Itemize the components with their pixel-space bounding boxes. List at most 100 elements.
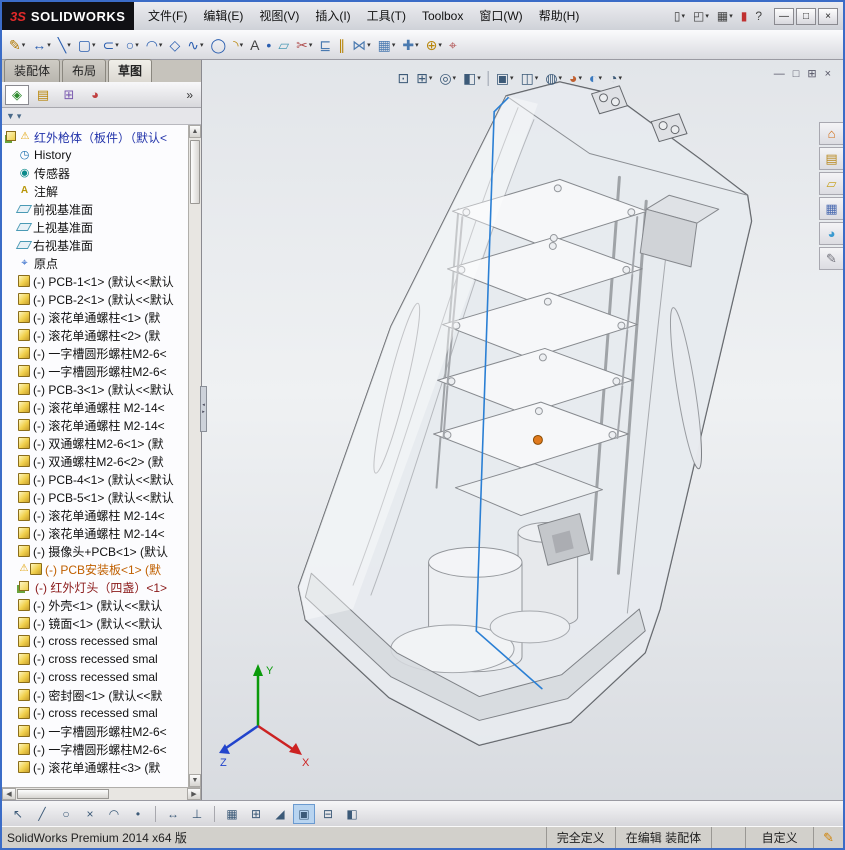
wireframe-button[interactable]: ⊞	[245, 804, 267, 824]
new-document-button[interactable]: ▯ ▾	[671, 6, 688, 26]
sketch-caret-icon[interactable]: ▾	[22, 41, 26, 49]
view-settings-caret-icon[interactable]: ▾	[618, 74, 622, 82]
menu-toolbox[interactable]: Toolbox	[414, 3, 471, 29]
tab-sketch[interactable]: 草图	[108, 59, 153, 82]
repair-sketch-button[interactable]: ⌖	[446, 33, 460, 57]
save-document-button[interactable]: ▦ ▾	[714, 6, 736, 26]
featuremanager-tab[interactable]: ◈	[5, 84, 29, 105]
view-orientation-button[interactable]: ▣ ▾	[494, 68, 516, 88]
tree-item-33[interactable]: (-) 一字槽圆形螺柱M2-6<	[5, 740, 188, 758]
close-button[interactable]: ×	[818, 7, 838, 25]
display-delete-relations-button[interactable]: ⊕ ▾	[423, 33, 445, 57]
tree-item-20[interactable]: (-) 滚花单通螺柱 M2-14<	[5, 506, 188, 524]
tree-item-30[interactable]: (-) 密封圈<1> (默认<<默	[5, 686, 188, 704]
section-view-button[interactable]: ◧ ▾	[461, 68, 483, 88]
doc-minimize-button[interactable]: —	[774, 69, 785, 80]
circle-button[interactable]: ○ ▾	[123, 33, 142, 57]
filter-caret-icon[interactable]: ▾	[17, 111, 22, 122]
display-style-button[interactable]: ◫ ▾	[519, 68, 541, 88]
shaded-with-edges-button[interactable]: ▣	[293, 803, 315, 824]
menu-tools[interactable]: 工具(T)	[359, 3, 414, 29]
tree-item-34[interactable]: (-) 滚花单通螺柱<3> (默	[5, 758, 188, 776]
design-library-tab[interactable]: ▤	[819, 147, 843, 170]
mirror-entities-button[interactable]: ⋈ ▾	[349, 33, 374, 57]
menu-edit[interactable]: 编辑(E)	[195, 3, 251, 29]
sketch-fillet-caret-icon[interactable]: ▾	[240, 41, 244, 49]
display-style-caret-icon[interactable]: ▾	[535, 74, 539, 82]
tree-item-26[interactable]: (-) 镜面<1> (默认<<默认	[5, 614, 188, 632]
displaymanager-tab[interactable]: ◕	[83, 85, 107, 105]
tree-item-14[interactable]: (-) 滚花单通螺柱 M2-14<	[5, 398, 188, 416]
propertymanager-tab[interactable]: ▤	[31, 85, 55, 105]
text-button[interactable]: A	[247, 33, 262, 57]
tree-item-4[interactable]: 上视基准面	[5, 218, 188, 236]
scroll-down-button[interactable]: ▼	[189, 774, 201, 787]
tree-item-2[interactable]: A 注解	[5, 182, 188, 200]
assembly-model[interactable]	[297, 81, 753, 746]
sketch-button[interactable]: ✎ ▾	[6, 33, 28, 57]
sketch-line-button[interactable]: ╱	[31, 804, 53, 824]
menu-insert[interactable]: 插入(I)	[307, 3, 358, 29]
tree-item-25[interactable]: (-) 外壳<1> (默认<<默认	[5, 596, 188, 614]
ellipse-button[interactable]: ◯	[207, 33, 229, 57]
tree-item-29[interactable]: (-) cross recessed smal	[5, 668, 188, 686]
centerpoint-arc-button[interactable]: ◠ ▾	[143, 33, 166, 57]
add-relations-button[interactable]: ⊥	[186, 804, 208, 824]
display-delete-relations-caret-icon[interactable]: ▾	[438, 41, 442, 49]
tree-root[interactable]: ⚠ 红外枪体（板件）（默认<	[5, 128, 188, 146]
corner-rectangle-caret-icon[interactable]: ▾	[92, 41, 96, 49]
menu-window[interactable]: 窗口(W)	[471, 3, 530, 29]
tree-item-5[interactable]: 右视基准面	[5, 236, 188, 254]
open-document-button[interactable]: ◰ ▾	[690, 6, 712, 26]
zoom-area-button[interactable]: ⊞ ▾	[414, 68, 434, 88]
tree-item-1[interactable]: ◉ 传感器	[5, 164, 188, 182]
view-settings-button[interactable]: ◔ ▾	[607, 68, 624, 88]
tree-item-16[interactable]: (-) 双通螺柱M2-6<1> (默	[5, 434, 188, 452]
previous-view-button[interactable]: ◎ ▾	[437, 68, 458, 88]
scroll-right-button[interactable]: ▶	[187, 788, 201, 800]
grid-button[interactable]: ▦	[221, 804, 243, 824]
offset-entities-button[interactable]: ∥	[335, 33, 348, 57]
solidworks-resources-tab[interactable]: ⌂	[819, 122, 843, 145]
sketch-fillet-button[interactable]: ◝ ▾	[230, 33, 246, 57]
straight-slot-caret-icon[interactable]: ▾	[115, 41, 119, 49]
v-scroll-track[interactable]	[189, 138, 201, 774]
status-custom[interactable]: 自定义	[745, 827, 813, 848]
smart-dimension-button[interactable]: ↔ ▾	[29, 33, 54, 57]
tree-item-6[interactable]: ⌖ 原点	[5, 254, 188, 272]
edit-appearance-button[interactable]: ◕ ▾	[567, 68, 584, 88]
view-orientation-caret-icon[interactable]: ▾	[510, 74, 514, 82]
minimize-button[interactable]: —	[774, 7, 794, 25]
tree-item-28[interactable]: (-) cross recessed smal	[5, 650, 188, 668]
corner-rectangle-button[interactable]: ▢ ▾	[75, 33, 99, 57]
tree-item-0[interactable]: ◷ History	[5, 146, 188, 164]
zoom-fit-button[interactable]: ⊡	[395, 68, 411, 88]
point-button[interactable]: •	[263, 33, 274, 57]
shaded-button[interactable]: ⊟	[317, 804, 339, 824]
tab-layout[interactable]: 布局	[62, 59, 107, 82]
apply-scene-button[interactable]: ◐ ▾	[587, 68, 604, 88]
doc-restore-button[interactable]: □	[793, 69, 800, 80]
section-view-caret-icon[interactable]: ▾	[477, 74, 481, 82]
menu-help[interactable]: 帮助(H)	[531, 3, 588, 29]
tree-item-8[interactable]: (-) PCB-2<1> (默认<<默认	[5, 290, 188, 308]
smart-dimension-caret-icon[interactable]: ▾	[47, 41, 51, 49]
hidden-lines-button[interactable]: ◢	[269, 804, 291, 824]
tree-item-21[interactable]: (-) 滚花单通螺柱 M2-14<	[5, 524, 188, 542]
h-scroll-thumb[interactable]	[17, 789, 109, 799]
straight-slot-button[interactable]: ⊂ ▾	[99, 33, 121, 57]
quick-tips-icon[interactable]: ✎	[813, 827, 843, 848]
assembly-point-marker[interactable]	[532, 434, 543, 445]
spline-button[interactable]: ∿ ▾	[184, 33, 206, 57]
doc-close-button[interactable]: ×	[825, 69, 831, 80]
polygon-button[interactable]: ◇	[166, 33, 183, 57]
spline-caret-icon[interactable]: ▾	[200, 41, 204, 49]
sketch-delete-button[interactable]: ×	[79, 804, 101, 824]
trim-entities-button[interactable]: ✂ ▾	[293, 33, 315, 57]
sketch-point-button[interactable]: •	[127, 804, 149, 824]
graphics-viewport[interactable]: ⊡ ⊞ ▾ ◎ ▾ ◧ ▾ ▣ ▾ ◫ ▾ ◍ ▾ ◕ ▾ ◐ ▾ ◔ ▾ — □ ⊞ × ⌂ ▤ ▱ ▦ ◕ ✎ Y X Z	[202, 60, 843, 800]
linear-sketch-pattern-button[interactable]: ▦ ▾	[375, 33, 399, 57]
tree-item-17[interactable]: (-) 双通螺柱M2-6<2> (默	[5, 452, 188, 470]
circle-caret-icon[interactable]: ▾	[135, 41, 139, 49]
plane-button[interactable]: ▱	[275, 33, 292, 57]
